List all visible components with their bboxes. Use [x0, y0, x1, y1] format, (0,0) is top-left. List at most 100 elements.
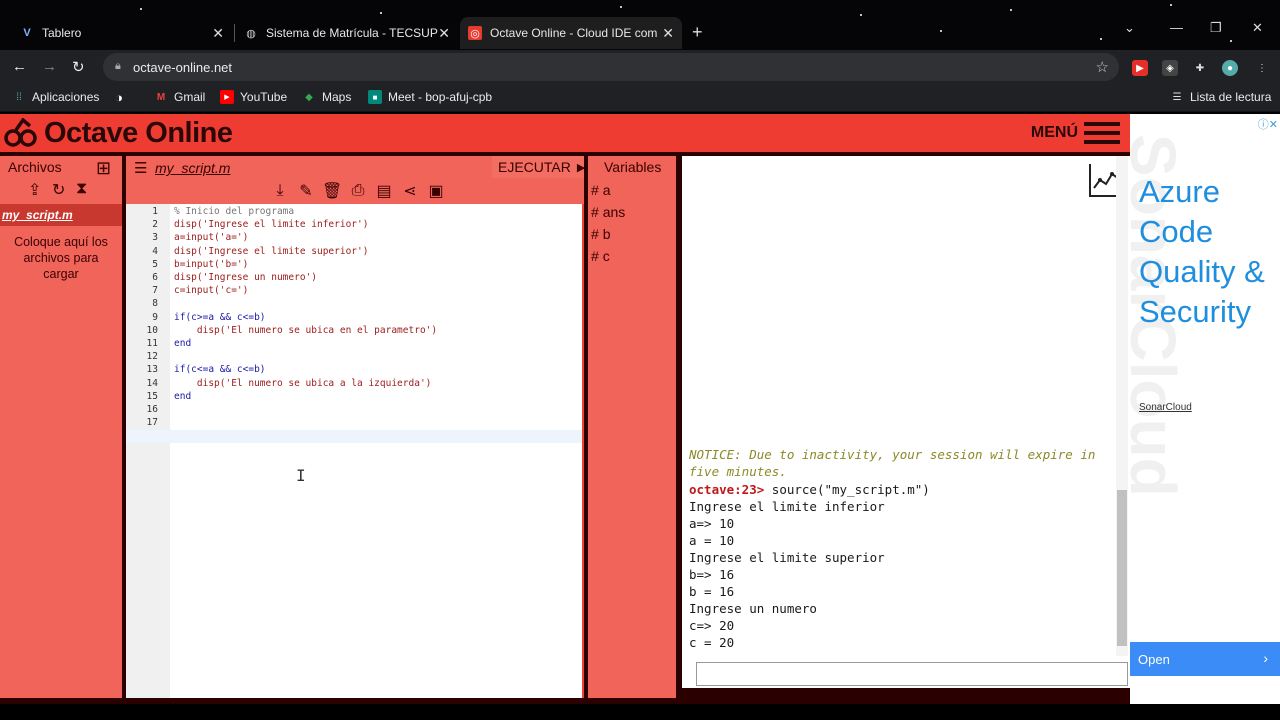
bookmarks-bar: ⁞⁞ Aplicaciones ◑ M Gmail ▶ YouTube ◆ Ma…: [0, 84, 1280, 112]
hash-icon: #: [591, 182, 603, 198]
tab-tablero[interactable]: V Tablero ✕: [12, 17, 232, 49]
console-line: b=> 16: [689, 567, 735, 582]
line-number: 6: [152, 272, 158, 283]
run-button[interactable]: EJECUTAR ▶: [492, 156, 586, 178]
compare-icon[interactable]: ▤: [374, 181, 394, 201]
reload-icon[interactable]: ↻: [72, 58, 85, 76]
code-line: disp('Ingrese el limite superior'): [174, 245, 369, 257]
menu-button[interactable]: MENÚ: [1031, 122, 1120, 144]
variable-item[interactable]: # c: [591, 248, 610, 264]
line-number: 9: [152, 311, 158, 323]
console-line: b = 16: [689, 584, 735, 599]
code-line: if(c<=a && c<=b): [174, 364, 266, 376]
apps-grid-icon: ⁞⁞: [16, 91, 22, 103]
logo[interactable]: Octave Online: [4, 117, 233, 150]
editor-toolbar: ⤓ ✎ 🗑︎ ⎙ ▤ ⋖ ▣: [126, 178, 584, 204]
extensions-icon[interactable]: ✚: [1192, 60, 1208, 76]
file-item-my-script[interactable]: my_script.m: [2, 208, 73, 222]
tab-search-icon[interactable]: ⌄: [1124, 20, 1135, 36]
code-line: end: [174, 390, 192, 402]
console-line: a = 10: [689, 533, 735, 548]
more-menu-icon[interactable]: ⋮: [1254, 60, 1270, 76]
upload-icon[interactable]: ⇪: [28, 180, 41, 200]
v-icon: V: [23, 27, 31, 39]
variable-item[interactable]: # b: [591, 226, 610, 242]
tab-title: Sistema de Matrícula - TECSUP: [266, 26, 438, 40]
new-tab-button[interactable]: +: [692, 22, 703, 43]
code-line: c=input('c='): [174, 285, 249, 297]
trash-icon[interactable]: 🗑︎: [322, 181, 342, 201]
lock-icon: 🔒︎: [115, 60, 121, 72]
console-prompt: octave:23>: [689, 482, 765, 497]
line-number: 7: [152, 285, 158, 297]
reading-list-label: Lista de lectura: [1190, 90, 1272, 104]
close-icon[interactable]: ✕: [212, 25, 224, 42]
pencil-icon[interactable]: ✎: [296, 181, 316, 201]
restore-button[interactable]: ❐: [1210, 20, 1222, 36]
code-line: disp('Ingrese un numero'): [174, 272, 317, 283]
minimize-button[interactable]: —: [1170, 20, 1183, 35]
browser-toolbar: ← → ↻ 🔒︎ octave-online.net ☆ ▶ ◈ ✚ ● ⋮: [0, 50, 1280, 84]
bookmark-maps[interactable]: ◆ Maps: [302, 90, 351, 104]
hourglass-icon[interactable]: ⧗: [76, 180, 87, 198]
print-icon[interactable]: ⎙: [348, 182, 368, 200]
ad-panel[interactable]: SonarCloud ⓘ✕ Azure Code Quality & Secur…: [1117, 114, 1280, 704]
meet-icon: ■: [368, 90, 382, 104]
close-icon[interactable]: ✕: [662, 25, 674, 42]
back-icon[interactable]: ←: [12, 58, 27, 75]
code-editor[interactable]: 123456789101112131415161718 % Inicio del…: [126, 204, 582, 698]
download-icon[interactable]: ⤓: [270, 182, 290, 200]
bookmark-youtube[interactable]: ▶ YouTube: [220, 90, 287, 104]
editor-panel: ☰ my_script.m EJECUTAR ▶ ⤓ ✎ 🗑︎ ⎙ ▤ ⋖ ▣ …: [126, 156, 586, 698]
octave-logo-icon: [4, 117, 37, 147]
new-file-icon[interactable]: ⊞: [96, 158, 111, 179]
code-line: end: [174, 338, 192, 349]
avatar[interactable]: ●: [1222, 60, 1238, 76]
tab-title: Octave Online - Cloud IDE compa: [490, 26, 658, 40]
tab-matricula[interactable]: ◍ Sistema de Matrícula - TECSUP ✕: [236, 17, 458, 49]
bookmark-gmail[interactable]: M Gmail: [154, 90, 206, 104]
share-icon[interactable]: ⋖: [400, 181, 420, 201]
console-output[interactable]: NOTICE: Due to inactivity, your session …: [682, 156, 1130, 688]
save-icon[interactable]: ▣: [426, 181, 446, 201]
shield-ext-icon[interactable]: ◈: [1162, 60, 1178, 76]
console-line: Ingrese el limite superior: [689, 550, 885, 565]
youtube-ext-icon[interactable]: ▶: [1132, 60, 1148, 76]
variable-name: b: [602, 226, 611, 242]
code-line: if(c>=a && c<=b): [174, 311, 266, 323]
console-line: Ingrese un numero: [689, 601, 817, 616]
url-text: octave-online.net: [133, 59, 233, 75]
console-line: c=> 20: [689, 618, 735, 633]
window-close-button[interactable]: ✕: [1252, 20, 1263, 36]
tab-title: Tablero: [42, 26, 82, 40]
hash-icon: #: [591, 226, 603, 242]
line-number: 15: [146, 390, 158, 402]
bookmark-globe[interactable]: ◑: [112, 90, 126, 105]
console-scrollbar-thumb[interactable]: [1117, 490, 1127, 646]
editor-menu-icon[interactable]: ☰: [134, 159, 147, 177]
forward-icon[interactable]: →: [42, 58, 57, 75]
variable-item[interactable]: # ans: [591, 204, 625, 220]
ad-headline-text: Azure Code Quality & Security: [1139, 174, 1265, 329]
globe-icon: ◍: [246, 27, 256, 40]
ad-open-button[interactable]: Open ›: [1130, 642, 1280, 676]
ad-info-icon[interactable]: ⓘ✕: [1258, 116, 1278, 132]
console-command-line: octave:23> source("my_script.m"): [689, 482, 930, 497]
bookmark-star-icon[interactable]: ☆: [1096, 58, 1109, 76]
close-icon[interactable]: ✕: [438, 25, 450, 42]
bookmark-meet[interactable]: ■ Meet - bop-afuj-cpb: [368, 90, 492, 104]
play-icon: ▶: [576, 161, 586, 174]
bookmark-apps[interactable]: ⁞⁞ Aplicaciones: [12, 90, 99, 104]
tab-octave-online[interactable]: ◎ Octave Online - Cloud IDE compa ✕: [460, 17, 682, 49]
address-bar[interactable]: 🔒︎ octave-online.net ☆: [103, 53, 1119, 81]
reading-list-icon: ☰: [1172, 91, 1182, 103]
console-line: a=> 10: [689, 516, 735, 531]
command-input[interactable]: [696, 662, 1128, 686]
refresh-icon[interactable]: ↻: [52, 180, 65, 200]
editor-filename[interactable]: my_script.m: [155, 160, 230, 176]
reading-list-button[interactable]: ☰ Lista de lectura: [1170, 90, 1272, 104]
variable-item[interactable]: # a: [591, 182, 610, 198]
code-line: disp('El numero se ubica a la izquierda'…: [174, 377, 432, 389]
octave-icon: ◎: [468, 26, 482, 40]
ad-brand[interactable]: SonarCloud: [1139, 402, 1192, 413]
